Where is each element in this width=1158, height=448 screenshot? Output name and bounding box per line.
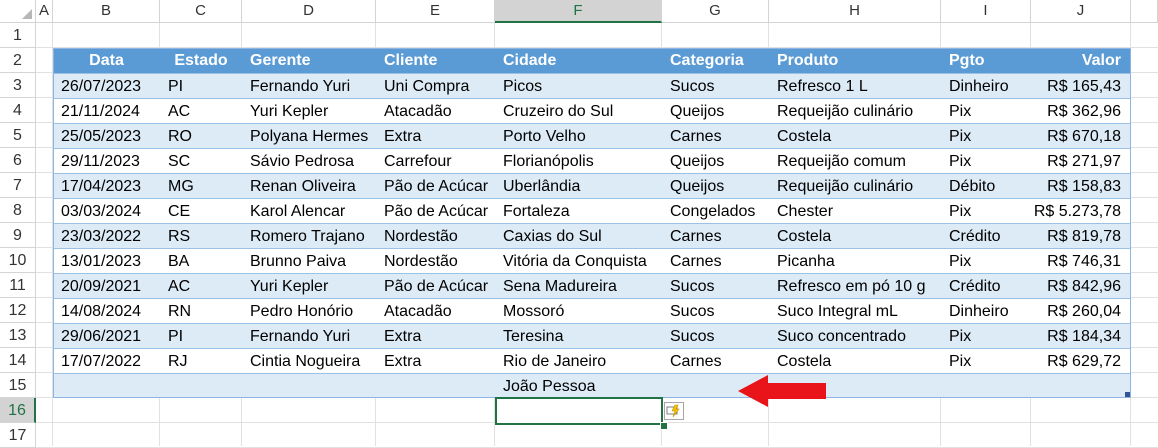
active-cell-F16[interactable] [495,397,663,425]
row-header-2[interactable]: 2 [0,48,36,73]
row-header-13[interactable]: 13 [0,323,36,348]
select-all-triangle-icon [22,9,32,19]
column-header-C[interactable]: C [160,0,242,23]
column-header-B[interactable]: B [53,0,160,23]
table-resize-handle[interactable] [1125,392,1130,397]
row-header-8[interactable]: 8 [0,198,36,223]
row-header-7[interactable]: 7 [0,173,36,198]
row-header-3[interactable]: 3 [0,73,36,98]
column-header-I[interactable]: I [941,0,1031,23]
flash-fill-icon [666,404,680,418]
row-header-12[interactable]: 12 [0,298,36,323]
spreadsheet-grid[interactable]: ABCDEFGHIJ 1 2 3 4 5 6 7 8 9 10 11 12 13 14 15 16 17 Dat… [0,0,1158,448]
row-header-9[interactable]: 9 [0,223,36,248]
row-header-4[interactable]: 4 [0,98,36,123]
fill-handle[interactable] [660,422,668,430]
autocorrect-options-button[interactable] [664,402,684,420]
row-header-6[interactable]: 6 [0,148,36,173]
column-header-F[interactable]: F [495,0,662,23]
column-header-H[interactable]: H [769,0,941,23]
column-header-filler [1131,0,1158,23]
row-header-10[interactable]: 10 [0,248,36,273]
column-header-A[interactable]: A [36,0,53,23]
row-header-11[interactable]: 11 [0,273,36,298]
column-header-J[interactable]: J [1031,0,1131,23]
row-header-15[interactable]: 15 [0,373,36,398]
data-table [53,48,1131,398]
column-header-E[interactable]: E [376,0,495,23]
row-header-1[interactable]: 1 [0,23,36,48]
row-header-5[interactable]: 5 [0,123,36,148]
red-arrow-icon [738,375,826,407]
column-header-D[interactable]: D [242,0,376,23]
row-header-16[interactable]: 16 [0,398,36,423]
row-header-17[interactable]: 17 [0,423,36,448]
select-all-corner[interactable] [0,0,36,23]
column-header-G[interactable]: G [662,0,769,23]
row-header-14[interactable]: 14 [0,348,36,373]
